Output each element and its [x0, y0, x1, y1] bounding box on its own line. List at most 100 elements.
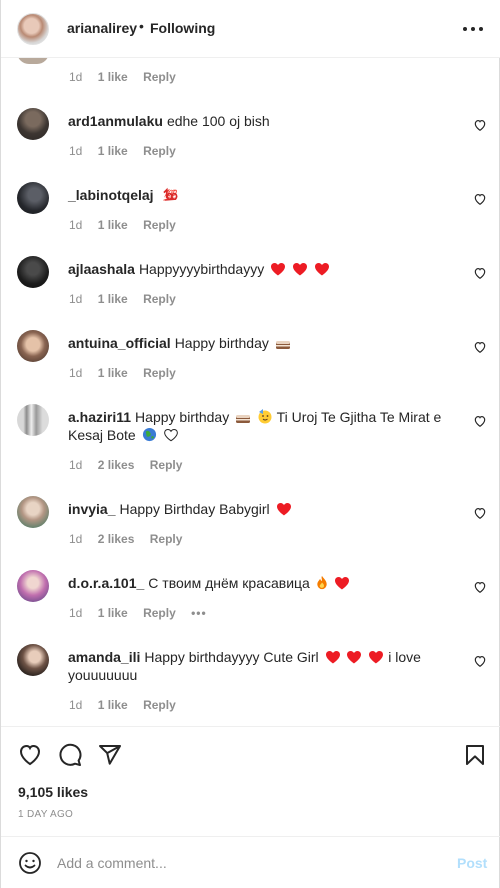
comment-body: d.o.r.a.101_ С твоим днём красавица [68, 574, 448, 592]
comment-body: a.haziri11 Happy birthday Ti Uroj Te Gjit… [68, 408, 448, 444]
reply-button[interactable]: Reply [143, 698, 176, 712]
post-timestamp[interactable]: 1 DAY AGO [18, 809, 73, 820]
share-icon[interactable] [98, 743, 122, 767]
avatar[interactable] [17, 570, 49, 602]
avatar[interactable] [17, 644, 49, 676]
comment-likes[interactable]: 1 like [98, 366, 128, 380]
comment-body: antuina_official Happy birthday [68, 334, 448, 352]
comment-likes[interactable]: 1 like [98, 698, 128, 712]
post-dialog: arianalirey • Following 1d 1 like Reply … [0, 0, 500, 888]
comment-username[interactable]: a.haziri11 [68, 409, 131, 425]
cake-icon [275, 341, 290, 349]
fire-icon [317, 575, 327, 590]
save-bookmark-icon[interactable] [463, 743, 487, 767]
like-heart-icon[interactable] [473, 340, 487, 354]
red-heart-icon [314, 262, 329, 276]
comment-likes[interactable]: 1 like [98, 70, 128, 84]
like-heart-icon[interactable] [473, 414, 487, 428]
comment-text: Ti Uroj Te Gjitha Te Mirat e [276, 409, 442, 425]
comment-text: Happyyyybirthdayyy [138, 261, 265, 277]
author-avatar[interactable] [17, 13, 49, 45]
red-heart-icon [276, 502, 291, 516]
comment-text: Happy birthday [135, 409, 230, 425]
header-separator: • [139, 18, 144, 34]
avatar[interactable] [17, 108, 49, 140]
comment-likes[interactable]: 2 likes [98, 532, 135, 546]
red-heart-icon [293, 262, 307, 276]
comment-likes[interactable]: 1 like [98, 144, 128, 158]
comment-meta: 1d 1 like Reply [69, 698, 188, 712]
avatar[interactable] [17, 256, 49, 288]
avatar[interactable] [17, 404, 49, 436]
add-comment-input[interactable] [57, 851, 437, 875]
reply-button[interactable]: Reply [143, 70, 176, 84]
red-heart-icon [347, 650, 362, 664]
white-heart-icon [163, 428, 178, 442]
comment-likes[interactable]: 1 like [98, 292, 128, 306]
red-heart-icon [325, 650, 340, 664]
author-username[interactable]: arianalirey [67, 20, 137, 36]
avatar[interactable] [17, 58, 49, 64]
like-heart-icon[interactable] [473, 192, 487, 206]
post-likes-count[interactable]: 9,105 likes [18, 784, 88, 800]
red-heart-icon [334, 576, 349, 590]
like-heart-icon[interactable] [18, 743, 42, 767]
comment-text: Kesaj Bote [68, 427, 136, 443]
comment-text: youuuuuuu [68, 667, 138, 683]
comment-time: 1d [69, 366, 83, 380]
globe-icon [142, 427, 156, 442]
comment-body: ard1anmulaku edhe 100 oj bish [68, 112, 448, 130]
red-heart-icon [369, 650, 384, 664]
more-options-icon[interactable] [462, 17, 484, 39]
reply-button[interactable]: Reply [143, 292, 176, 306]
comment-options-button[interactable]: ••• [191, 606, 207, 620]
post-actions: 9,105 likes 1 DAY AGO [1, 726, 500, 836]
comment-username[interactable]: antuina_official [68, 335, 171, 351]
emoji-smile-icon[interactable] [18, 851, 42, 875]
like-heart-icon[interactable] [473, 266, 487, 280]
comment-username[interactable]: invyia_ [68, 501, 115, 517]
comment-icon[interactable] [58, 743, 82, 767]
comment-time: 1d [69, 458, 83, 472]
comment-time: 1d [69, 218, 83, 232]
comment-body: amanda_ili Happy birthdayyyy Cute Girl i … [68, 648, 448, 684]
comment-text: i love [388, 649, 421, 665]
post-comment-button[interactable]: Post [457, 855, 487, 871]
comment-likes[interactable]: 1 like [98, 218, 128, 232]
comment-body: ajlaashala Happyyyybirthdayyy [68, 260, 448, 278]
reply-button[interactable]: Reply [143, 144, 176, 158]
avatar[interactable] [17, 496, 49, 528]
like-heart-icon[interactable] [473, 654, 487, 668]
comment-time: 1d [69, 698, 83, 712]
comments-list[interactable]: 1d 1 like Reply ard1anmulaku edhe 100 oj … [1, 58, 500, 726]
following-button[interactable]: Following [150, 20, 215, 36]
reply-button[interactable]: Reply [150, 458, 183, 472]
reply-button[interactable]: Reply [143, 366, 176, 380]
comment-username[interactable]: d.o.r.a.101_ [68, 575, 144, 591]
comment-body: invyia_ Happy Birthday Babygirl [68, 500, 448, 518]
comment-text: Happy Birthday Babygirl [119, 501, 270, 517]
comment-meta: 1d 2 likes Reply [69, 532, 194, 546]
like-heart-icon[interactable] [473, 118, 487, 132]
comment-text: С твоим днём красавица [148, 575, 310, 591]
comment-time: 1d [69, 292, 83, 306]
avatar[interactable] [17, 330, 49, 362]
comment-time: 1d [69, 532, 83, 546]
comment-likes[interactable]: 1 like [98, 606, 128, 620]
comment-meta: 1d 1 like Reply [69, 366, 188, 380]
like-heart-icon[interactable] [473, 580, 487, 594]
comment-username[interactable]: _labinotqelaj [68, 187, 154, 203]
comment-body: _labinotqelaj 💯 [68, 186, 448, 204]
comment-username[interactable]: amanda_ili [68, 649, 140, 665]
reply-button[interactable]: Reply [150, 532, 183, 546]
like-heart-icon[interactable] [473, 506, 487, 520]
post-header: arianalirey • Following [1, 0, 500, 58]
comment-text: edhe 100 oj bish [166, 113, 270, 129]
reply-button[interactable]: Reply [143, 606, 176, 620]
add-comment-bar: Post [1, 836, 500, 888]
comment-likes[interactable]: 2 likes [98, 458, 135, 472]
avatar[interactable] [17, 182, 49, 214]
reply-button[interactable]: Reply [143, 218, 176, 232]
comment-username[interactable]: ajlaashala [68, 261, 135, 277]
comment-username[interactable]: ard1anmulaku [68, 113, 163, 129]
